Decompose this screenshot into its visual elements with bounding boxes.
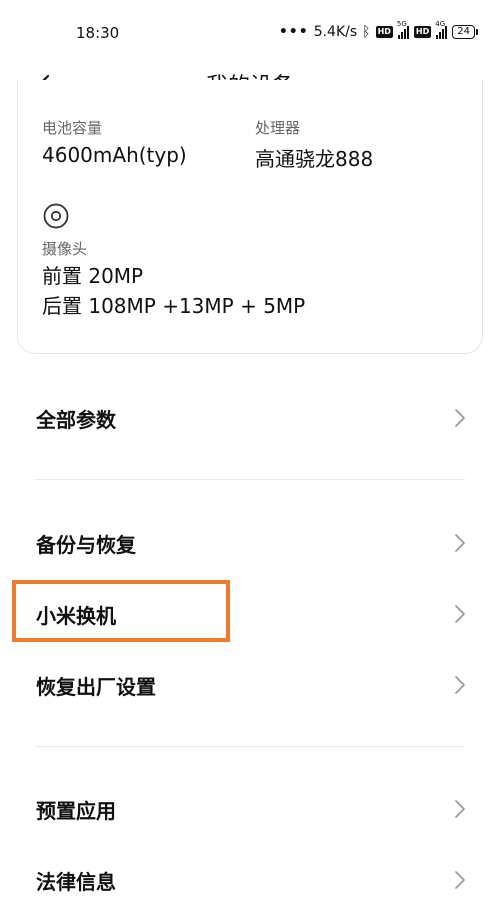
bluetooth-icon: ᛒ: [362, 24, 371, 40]
chevron-right-icon: [455, 409, 465, 427]
processor-value: 高通骁龙888: [255, 147, 374, 171]
status-bar: 18:30 ••• 5.4K/s ᛒ HD 5G HD 4G 24: [0, 0, 500, 64]
chevron-right-icon: [455, 676, 465, 694]
camera-label: 摄像头: [42, 240, 88, 258]
divider: [35, 479, 465, 480]
notification-dots: •••: [278, 24, 309, 40]
menu-item-label: 备份与恢复: [36, 533, 136, 557]
network-speed: 5.4K/s: [313, 24, 358, 40]
front-camera-value: 前置 20MP: [42, 264, 144, 288]
menu-item-label: 全部参数: [36, 408, 116, 432]
battery-level: 24: [452, 25, 475, 39]
processor-label: 处理器: [255, 119, 301, 137]
battery-capacity-label: 电池容量: [42, 119, 103, 137]
signal-icon-1: 5G: [397, 20, 409, 39]
camera-specs: 前置 20MP 后置 108MP +13MP + 5MP: [42, 261, 305, 321]
chevron-right-icon: [455, 534, 465, 552]
menu-item-legal-info[interactable]: 法律信息: [0, 850, 500, 910]
rear-camera-value: 后置 108MP +13MP + 5MP: [42, 294, 306, 318]
menu-item-all-params[interactable]: 全部参数: [0, 388, 500, 448]
menu-item-label: 恢复出厂设置: [36, 675, 156, 699]
highlight-box: [12, 580, 230, 642]
chevron-right-icon: [455, 800, 465, 818]
network-4g-tag: 4G: [435, 19, 446, 28]
menu-item-preinstalled-apps[interactable]: 预置应用: [0, 779, 500, 839]
spec-card: 电池容量 4600mAh(typ) 处理器 高通骁龙888 摄像头 前置 20M…: [17, 80, 483, 354]
battery-icon: 24: [452, 25, 478, 39]
menu-item-backup-restore[interactable]: 备份与恢复: [0, 513, 500, 573]
battery-capacity-value: 4600mAh(typ): [42, 143, 187, 167]
hd-badge-1: HD: [375, 26, 393, 38]
divider: [35, 746, 465, 747]
chevron-right-icon: [455, 605, 465, 623]
camera-icon: [43, 203, 69, 229]
signal-icon-2: 4G: [435, 20, 448, 39]
status-indicators: ••• 5.4K/s ᛒ HD 5G HD 4G 24: [278, 20, 478, 40]
chevron-right-icon: [455, 871, 465, 889]
hd-badge-2: HD: [413, 26, 432, 38]
menu-item-label: 预置应用: [36, 799, 116, 823]
status-time: 18:30: [76, 24, 120, 42]
network-5g-tag: 5G: [396, 19, 407, 28]
menu-item-factory-reset[interactable]: 恢复出厂设置: [0, 655, 500, 715]
menu-item-label: 法律信息: [36, 870, 116, 894]
